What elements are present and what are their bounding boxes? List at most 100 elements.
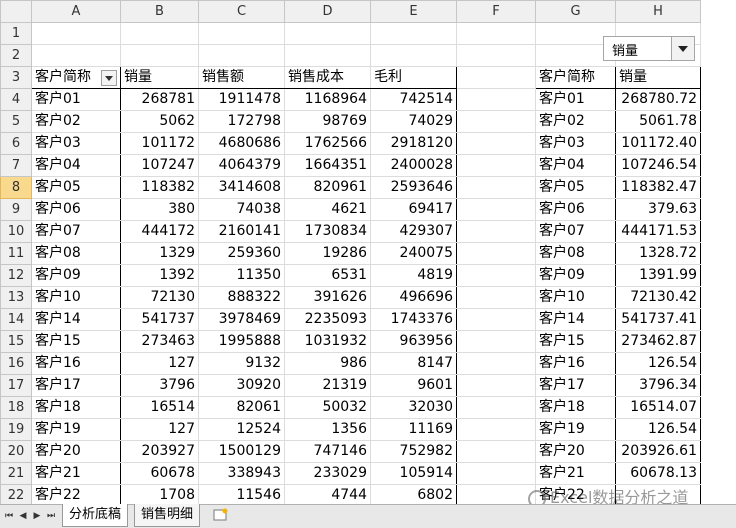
- right-table-cell[interactable]: 客户18: [535, 396, 616, 419]
- left-table-header-cell[interactable]: 销售成本: [284, 66, 371, 89]
- right-table-header-cell[interactable]: 客户简称: [535, 66, 616, 89]
- left-table-cell[interactable]: 118382: [120, 176, 199, 199]
- right-table-cell[interactable]: 客户09: [535, 264, 616, 287]
- row-header[interactable]: 7: [0, 154, 32, 177]
- cell[interactable]: [120, 44, 199, 67]
- cell[interactable]: [456, 88, 536, 111]
- left-table-cell[interactable]: 2400028: [370, 154, 457, 177]
- right-table-cell[interactable]: 1391.99: [615, 264, 701, 287]
- left-table-cell[interactable]: 6531: [284, 264, 371, 287]
- right-table-cell[interactable]: 107246.54: [615, 154, 701, 177]
- left-table-cell[interactable]: 233029: [284, 462, 371, 485]
- row-header[interactable]: 20: [0, 440, 32, 463]
- left-table-cell[interactable]: 1500129: [198, 440, 285, 463]
- left-table-cell[interactable]: 127: [120, 418, 199, 441]
- left-table-cell[interactable]: 11169: [370, 418, 457, 441]
- left-table-cell[interactable]: 4621: [284, 198, 371, 221]
- left-table-cell[interactable]: 2593646: [370, 176, 457, 199]
- left-table-cell[interactable]: 107247: [120, 154, 199, 177]
- left-table-cell[interactable]: 4064379: [198, 154, 285, 177]
- row-header[interactable]: 1: [0, 22, 32, 45]
- tab-analysis[interactable]: 分析底稿: [62, 504, 129, 527]
- left-table-cell[interactable]: 268781: [120, 88, 199, 111]
- row-header[interactable]: 8: [0, 176, 32, 199]
- left-table-cell[interactable]: 客户06: [31, 198, 121, 221]
- left-table-cell[interactable]: 2918120: [370, 132, 457, 155]
- row-header[interactable]: 2: [0, 44, 32, 67]
- right-table-cell[interactable]: 客户04: [535, 154, 616, 177]
- row-header[interactable]: 21: [0, 462, 32, 485]
- left-table-cell[interactable]: 820961: [284, 176, 371, 199]
- row-header[interactable]: 11: [0, 242, 32, 265]
- left-table-cell[interactable]: 1168964: [284, 88, 371, 111]
- right-table-cell[interactable]: 客户15: [535, 330, 616, 353]
- left-table-cell[interactable]: 9601: [370, 374, 457, 397]
- left-table-cell[interactable]: 11350: [198, 264, 285, 287]
- row-header[interactable]: 9: [0, 198, 32, 221]
- left-table-cell[interactable]: 1995888: [198, 330, 285, 353]
- right-table-header-cell[interactable]: 销量: [615, 66, 701, 89]
- left-table-cell[interactable]: 客户17: [31, 374, 121, 397]
- left-table-cell[interactable]: 客户04: [31, 154, 121, 177]
- right-table-cell[interactable]: 客户06: [535, 198, 616, 221]
- left-table-cell[interactable]: 客户21: [31, 462, 121, 485]
- left-table-cell[interactable]: 444172: [120, 220, 199, 243]
- cell[interactable]: [198, 44, 285, 67]
- right-table-cell[interactable]: 16514.07: [615, 396, 701, 419]
- column-header[interactable]: F: [456, 0, 536, 23]
- left-table-cell[interactable]: 客户08: [31, 242, 121, 265]
- left-table-cell[interactable]: 9132: [198, 352, 285, 375]
- left-table-cell[interactable]: 1392: [120, 264, 199, 287]
- cell[interactable]: [456, 264, 536, 287]
- left-table-cell[interactable]: 12524: [198, 418, 285, 441]
- cell[interactable]: [456, 418, 536, 441]
- left-table-cell[interactable]: 963956: [370, 330, 457, 353]
- right-table-cell[interactable]: 203926.61: [615, 440, 701, 463]
- left-table-cell[interactable]: 273463: [120, 330, 199, 353]
- left-table-cell[interactable]: 752982: [370, 440, 457, 463]
- cell[interactable]: [456, 396, 536, 419]
- right-table-cell[interactable]: 444171.53: [615, 220, 701, 243]
- left-table-cell[interactable]: 1329: [120, 242, 199, 265]
- left-table-cell[interactable]: 429307: [370, 220, 457, 243]
- left-table-cell[interactable]: 3978469: [198, 308, 285, 331]
- row-header[interactable]: 4: [0, 88, 32, 111]
- cell[interactable]: [31, 44, 121, 67]
- right-table-cell[interactable]: 268780.72: [615, 88, 701, 111]
- cell[interactable]: [456, 308, 536, 331]
- left-table-cell[interactable]: 1356: [284, 418, 371, 441]
- left-table-cell[interactable]: 74038: [198, 198, 285, 221]
- left-table-cell[interactable]: 391626: [284, 286, 371, 309]
- select-all-corner[interactable]: [0, 0, 32, 23]
- left-table-header-cell[interactable]: 销售额: [198, 66, 285, 89]
- column-header[interactable]: B: [120, 0, 199, 23]
- right-table-cell[interactable]: 客户03: [535, 132, 616, 155]
- left-table-cell[interactable]: 客户01: [31, 88, 121, 111]
- cell[interactable]: [31, 22, 121, 45]
- cell[interactable]: [456, 330, 536, 353]
- row-header[interactable]: 16: [0, 352, 32, 375]
- right-table-cell[interactable]: 101172.40: [615, 132, 701, 155]
- cell[interactable]: [456, 198, 536, 221]
- tab-sales-detail[interactable]: 销售明细: [134, 504, 201, 527]
- cell[interactable]: [456, 66, 536, 89]
- cell[interactable]: [456, 44, 536, 67]
- row-header[interactable]: 6: [0, 132, 32, 155]
- left-table-cell[interactable]: 30920: [198, 374, 285, 397]
- cell[interactable]: [370, 44, 457, 67]
- left-table-cell[interactable]: 客户20: [31, 440, 121, 463]
- left-table-cell[interactable]: 3796: [120, 374, 199, 397]
- row-header[interactable]: 18: [0, 396, 32, 419]
- next-sheet-icon[interactable]: ▶: [32, 511, 42, 521]
- cell[interactable]: [456, 132, 536, 155]
- left-table-cell[interactable]: 客户15: [31, 330, 121, 353]
- right-table-cell[interactable]: 3796.34: [615, 374, 701, 397]
- cell[interactable]: [456, 242, 536, 265]
- row-header[interactable]: 15: [0, 330, 32, 353]
- left-table-cell[interactable]: 客户07: [31, 220, 121, 243]
- right-table-cell[interactable]: 273462.87: [615, 330, 701, 353]
- right-table-cell[interactable]: 126.54: [615, 352, 701, 375]
- cell[interactable]: [456, 220, 536, 243]
- left-table-cell[interactable]: 742514: [370, 88, 457, 111]
- cell[interactable]: [456, 374, 536, 397]
